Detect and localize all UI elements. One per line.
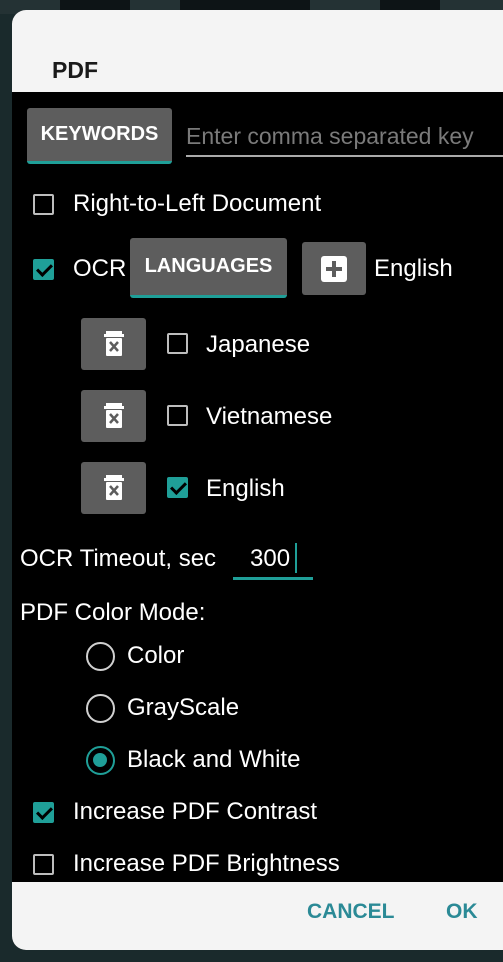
brightness-label: Increase PDF Brightness	[73, 850, 340, 877]
brightness-checkbox[interactable]	[33, 854, 54, 875]
selected-language: English	[374, 255, 453, 282]
trash-icon	[103, 331, 124, 356]
cancel-button[interactable]: CANCEL	[307, 900, 395, 924]
language-checkbox-japanese[interactable]	[167, 333, 188, 354]
contrast-label: Increase PDF Contrast	[73, 798, 318, 825]
ocr-checkbox[interactable]	[33, 259, 54, 280]
language-checkbox-vietnamese[interactable]	[167, 405, 188, 426]
trash-icon	[103, 475, 124, 500]
ocr-label: OCR	[73, 255, 127, 282]
keywords-input[interactable]: Enter comma separated key	[186, 123, 474, 150]
trash-icon	[103, 403, 124, 428]
ocr-timeout-label: OCR Timeout, sec	[20, 545, 217, 572]
dialog-header: PDF	[12, 10, 503, 92]
plus-icon	[321, 255, 347, 282]
dialog-title: PDF	[52, 57, 98, 83]
text-cursor	[295, 543, 297, 573]
ok-button[interactable]: OK	[446, 900, 478, 924]
delete-language-button-japanese[interactable]	[81, 318, 146, 370]
color-mode-option-grayscale: GrayScale	[127, 694, 240, 721]
keywords-input-underline	[186, 155, 503, 157]
background-fragment	[60, 0, 130, 10]
background-fragment	[380, 0, 440, 10]
delete-language-button-vietnamese[interactable]	[81, 390, 146, 442]
contrast-checkbox[interactable]	[33, 802, 54, 823]
color-mode-radio-color[interactable]	[86, 642, 115, 671]
language-label-english: English	[206, 475, 285, 502]
color-mode-option-color: Color	[127, 642, 185, 669]
color-mode-radio-grayscale[interactable]	[86, 694, 115, 723]
keywords-button[interactable]: KEYWORDS	[27, 108, 172, 164]
languages-button[interactable]: LANGUAGES	[130, 238, 287, 298]
language-label-japanese: Japanese	[206, 331, 311, 358]
language-label-vietnamese: Vietnamese	[206, 403, 333, 430]
background-fragment	[180, 0, 310, 10]
rtl-label: Right-to-Left Document	[73, 190, 322, 217]
color-mode-radio-black-and-white[interactable]	[86, 746, 115, 775]
pdf-options-dialog: PDF KEYWORDS Enter comma separated key R…	[12, 10, 503, 950]
delete-language-button-english[interactable]	[81, 462, 146, 514]
add-language-button[interactable]	[302, 242, 366, 295]
color-mode-option-black-and-white: Black and White	[127, 746, 301, 773]
dialog-footer	[12, 882, 503, 950]
color-mode-label: PDF Color Mode:	[20, 599, 206, 626]
language-checkbox-english[interactable]	[167, 477, 188, 498]
rtl-checkbox[interactable]	[33, 194, 54, 215]
ocr-timeout-underline	[233, 577, 313, 580]
ocr-timeout-input[interactable]: 300	[250, 545, 290, 573]
languages-button-label: LANGUAGES	[144, 255, 273, 277]
keywords-button-label: KEYWORDS	[40, 123, 159, 145]
